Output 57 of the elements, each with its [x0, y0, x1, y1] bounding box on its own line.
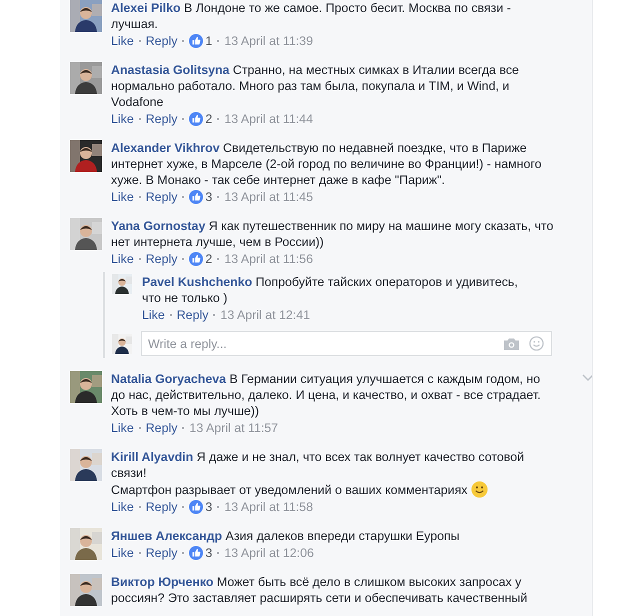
comment-time: 13 April at 12:06 [224, 545, 314, 561]
comment-time: 13 April at 11:45 [224, 189, 313, 205]
like-count: 3 [205, 499, 212, 515]
like-link[interactable]: Like [142, 307, 165, 323]
reply-link[interactable]: Reply [146, 251, 178, 267]
like-icon [189, 546, 204, 560]
like-icon [189, 190, 204, 204]
comment-time: 13 April at 12:41 [220, 307, 310, 323]
reply-field[interactable]: Write a reply... [141, 331, 552, 356]
like-link[interactable]: Like [111, 33, 134, 49]
author-link[interactable]: Alexei Pilko [111, 1, 181, 15]
like-count: 2 [205, 251, 212, 267]
like-link[interactable]: Like [111, 111, 134, 127]
comment-text: Kirill Alyavdin Я даже и не знал, что всех так волнует качество сотовой связи! Смартфон разрывает от уведомлений о ваших комментариях [111, 449, 526, 498]
author-link[interactable]: Natalia Goryacheva [111, 372, 226, 386]
author-link[interactable]: Яншев Александр [111, 529, 222, 543]
like-icon [189, 500, 204, 514]
comment-text: Alexei Pilko В Лондоне то же самое. Просто бесит. Москва по связи - лучшая. [111, 0, 512, 32]
like-count: 3 [205, 189, 212, 205]
comment-text: Виктор Юрченко Может быть всё дело в слишком высоких запросах у россиян? Это заставляет расширять сети и обеспечивать качественный [111, 574, 528, 606]
comment-text: Яншев Александр Азия далеков впереди старушки Еуропы [111, 528, 461, 544]
like-link[interactable]: Like [111, 420, 134, 436]
smiley-icon[interactable] [529, 336, 544, 351]
comment-text: Yana Gornostay Я как путешественник по миру на машине могу сказать, что нет интернета лучше, чем в России)) [111, 218, 554, 250]
like-link[interactable]: Like [111, 251, 134, 267]
reply-link[interactable]: Reply [146, 33, 178, 49]
like-icon [189, 34, 204, 48]
like-link[interactable]: Like [111, 545, 134, 561]
like-count: 1 [205, 33, 212, 49]
like-icon [189, 112, 204, 126]
reply-link[interactable]: Reply [146, 499, 178, 515]
comment-time: 13 April at 11:58 [224, 499, 313, 515]
comment-text: Alexander Vikhrov Свидетельствую по недавней поездке, что в Париже интернет хуже, в Марселе (2-ой город по величине во Франции!) - намного хуже. В Монако - так себе интернет даже в кафе "Париж". [111, 140, 542, 188]
reply-link[interactable]: Reply [146, 545, 178, 561]
author-link[interactable]: Виктор Юрченко [111, 575, 214, 589]
reply-link[interactable]: Reply [146, 189, 178, 205]
comment-time: 13 April at 11:56 [224, 251, 313, 267]
like-link[interactable]: Like [111, 189, 134, 205]
like-link[interactable]: Like [111, 499, 134, 515]
reply-link[interactable]: Reply [176, 307, 208, 323]
comment-text: Natalia Goryacheva В Германии ситуация улучшается с каждым годом, но до нас, действительно, далеко. И цена, и качество, и охват - все страдает. Хоть в чем-то мы лучше)) [111, 371, 542, 419]
comment-time: 13 April at 11:57 [189, 420, 278, 436]
author-link[interactable]: Alexander Vikhrov [111, 141, 220, 155]
comment-text: Anastasia Golitsyna Странно, на местных симках в Италии всегда все нормально работало. Много раз там была, покупала и TIM, и Wind, и Vodafone [111, 62, 520, 110]
author-link[interactable]: Yana Gornostay [111, 219, 206, 233]
like-count: 3 [205, 545, 212, 561]
like-icon [189, 252, 204, 266]
comment-text: Pavel Kushchenko Попробуйте тайских операторов и удивитесь, что не только ) [142, 274, 519, 306]
author-link[interactable]: Pavel Kushchenko [142, 275, 252, 289]
reply-link[interactable]: Reply [146, 111, 178, 127]
chevron-down-icon[interactable] [582, 374, 592, 382]
like-count: 2 [205, 111, 212, 127]
author-link[interactable]: Kirill Alyavdin [111, 450, 194, 464]
comment-time: 13 April at 11:44 [224, 111, 313, 127]
comment-time: 13 April at 11:39 [224, 33, 313, 49]
reply-link[interactable]: Reply [146, 420, 178, 436]
author-link[interactable]: Anastasia Golitsyna [111, 63, 230, 77]
